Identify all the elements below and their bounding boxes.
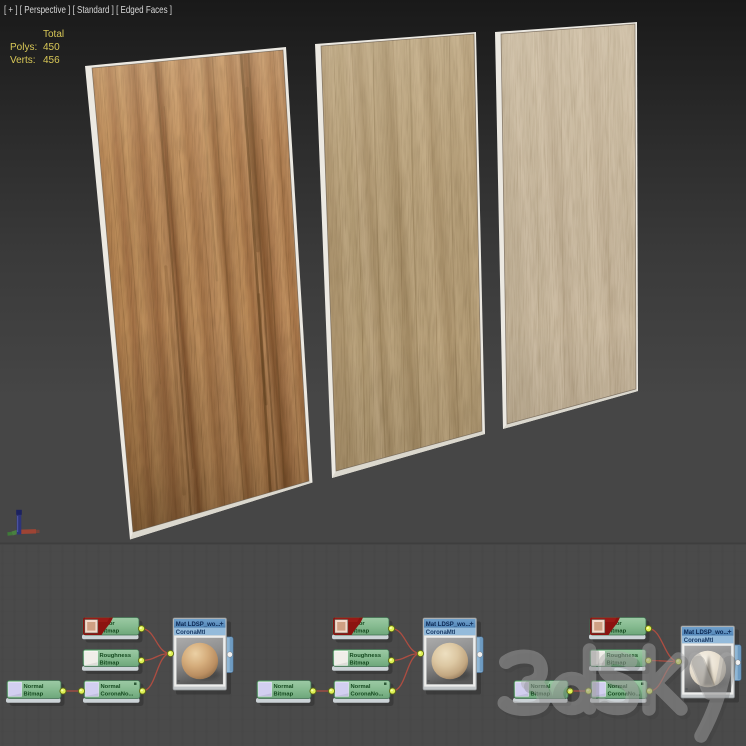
svg-text:Bitmap: Bitmap	[24, 692, 44, 698]
svg-text:Roughness: Roughness	[100, 653, 132, 659]
svg-text:Mat LDSP_wo...: Mat LDSP_wo...	[684, 630, 729, 636]
svg-text:Verts:: Verts:	[10, 55, 36, 66]
svg-text:[ + ] [ Perspective ] [ Standa: [ + ] [ Perspective ] [ Standard ] [ Edg…	[4, 4, 172, 16]
svg-text:+: +	[220, 621, 224, 628]
svg-text:CoronaMtl: CoronaMtl	[426, 630, 456, 636]
svg-text:CoronaMtl: CoronaMtl	[684, 638, 714, 644]
svg-text:Bitmap: Bitmap	[100, 661, 120, 667]
svg-text:Roughness: Roughness	[350, 653, 382, 659]
svg-text:Mat LDSP_wo...: Mat LDSP_wo...	[426, 622, 471, 628]
svg-text:Polys:: Polys:	[10, 42, 37, 53]
svg-text:+: +	[470, 621, 474, 628]
svg-text:450: 450	[43, 42, 60, 53]
svg-text:Normal: Normal	[274, 684, 294, 690]
svg-text:Bitmap: Bitmap	[350, 661, 370, 667]
svg-text:Total: Total	[43, 29, 64, 40]
svg-text:Bitmap: Bitmap	[274, 692, 294, 698]
svg-text:CoronaNo...: CoronaNo...	[101, 692, 134, 698]
svg-text:CoronaMtl: CoronaMtl	[176, 630, 206, 636]
svg-text:Normal: Normal	[101, 684, 121, 690]
svg-text:CoronaNo...: CoronaNo...	[351, 692, 384, 698]
svg-text:Normal: Normal	[351, 684, 371, 690]
svg-text:456: 456	[43, 55, 60, 66]
svg-text:+: +	[728, 629, 732, 636]
svg-text:Mat LDSP_wo...: Mat LDSP_wo...	[176, 622, 221, 628]
svg-text:Normal: Normal	[24, 684, 44, 690]
